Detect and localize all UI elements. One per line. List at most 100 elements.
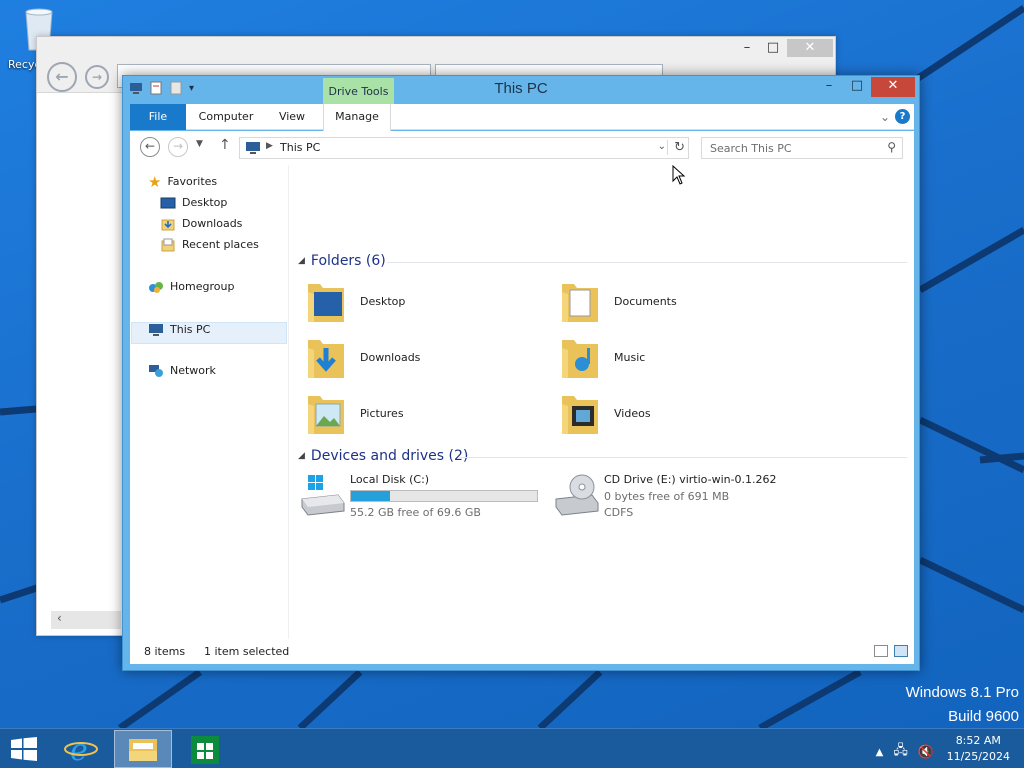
devices-group-header[interactable]: ◢ Devices and drives (2) [298, 447, 468, 465]
search-box[interactable]: ⚲ [701, 137, 903, 159]
taskbar-file-explorer[interactable] [114, 730, 172, 768]
pictures-folder-icon [308, 396, 344, 434]
drive-free-space: 0 bytes free of 691 MB [604, 490, 730, 503]
drive-name: CD Drive (E:) virtio-win-0.1.262 [604, 473, 777, 486]
file-explorer-window[interactable]: ▾ Drive Tools This PC – □ ✕ File Compute… [122, 75, 920, 671]
close-button[interactable]: ✕ [871, 77, 915, 97]
collapse-triangle-icon[interactable]: ◢ [298, 451, 305, 461]
nav-item-favorites-label: Favorites [167, 175, 218, 188]
nav-item-desktop[interactable]: Desktop [160, 193, 227, 213]
disk-usage-fill [351, 491, 390, 501]
folder-item-desktop[interactable]: Desktop [290, 278, 530, 330]
breadcrumb-separator-icon[interactable]: ▶ [266, 141, 273, 151]
browser-horizontal-scrollbar[interactable]: ‹ [51, 611, 121, 629]
internet-explorer-icon: e [64, 733, 98, 768]
drive-free-space: 55.2 GB free of 69.6 GB [350, 506, 481, 519]
folder-item-pictures[interactable]: Pictures [290, 390, 530, 442]
videos-folder-icon [562, 396, 598, 434]
explorer-body: ★ Favorites Desktop Downloads Recent pla… [130, 165, 914, 664]
folders-group-header[interactable]: ◢ Folders (6) [298, 252, 386, 270]
search-input[interactable] [710, 139, 880, 157]
taskbar: e ▲ 🖧 🔇 8:52 AM 11/25/2024 [0, 728, 1024, 768]
nav-item-homegroup-label: Homegroup [170, 280, 235, 293]
folder-item-music[interactable]: Music [544, 334, 784, 386]
ribbon-tabs: File Computer View Manage ⌄ ? [130, 104, 914, 131]
folders-group-heading: Folders (6) [310, 253, 386, 269]
folder-item-downloads[interactable]: Downloads [290, 334, 530, 386]
quick-access-toolbar: ▾ [129, 81, 194, 95]
os-edition-watermark: Windows 8.1 Pro [905, 684, 1019, 701]
nav-item-downloads[interactable]: Downloads [160, 214, 242, 234]
nav-item-recent-places[interactable]: Recent places [160, 235, 259, 255]
browser-forward-icon[interactable]: → [85, 65, 109, 89]
drive-name: Local Disk (C:) [350, 473, 430, 486]
browser-close-button[interactable]: ✕ [787, 39, 833, 57]
folder-item-videos[interactable]: Videos [544, 390, 784, 442]
store-icon [191, 736, 219, 764]
drive-tools-contextual-group: Drive Tools [323, 78, 394, 106]
properties-icon[interactable] [149, 81, 163, 95]
back-button[interactable]: ← [140, 137, 160, 157]
browser-back-icon[interactable]: ← [47, 62, 77, 92]
breadcrumb[interactable]: This PC [280, 141, 320, 154]
folder-name: Videos [614, 407, 651, 420]
folder-name: Music [614, 351, 646, 364]
nav-item-this-pc[interactable]: This PC [148, 320, 210, 340]
details-view-icon[interactable] [874, 645, 888, 657]
disk-usage-bar [350, 490, 538, 502]
status-bar: 8 items 1 item selected [130, 639, 914, 664]
nav-item-desktop-label: Desktop [182, 196, 228, 209]
forward-button[interactable]: → [168, 137, 188, 157]
content-pane: ◢ Folders (6) Desktop Documents Download… [290, 165, 914, 639]
group-divider [460, 457, 907, 458]
maximize-button[interactable]: □ [843, 77, 871, 97]
collapse-triangle-icon[interactable]: ◢ [298, 256, 305, 266]
taskbar-clock[interactable]: 8:52 AM 11/25/2024 [947, 733, 1010, 765]
documents-folder-icon [562, 284, 598, 322]
network-status-icon[interactable]: 🖧 [893, 741, 908, 763]
taskbar-internet-explorer[interactable]: e [52, 730, 110, 768]
customize-qat-icon[interactable]: ▾ [189, 83, 194, 94]
start-button-windows-icon[interactable] [10, 737, 38, 761]
volume-muted-icon[interactable]: 🔇 [918, 745, 934, 760]
status-item-count: 8 items [144, 645, 186, 658]
folder-name: Pictures [360, 407, 404, 420]
new-folder-icon[interactable] [169, 81, 183, 95]
nav-item-downloads-label: Downloads [182, 217, 243, 230]
star-icon: ★ [148, 173, 162, 191]
folder-name: Documents [614, 295, 677, 308]
nav-item-network-label: Network [170, 364, 216, 377]
window-title: This PC [494, 80, 548, 97]
help-icon[interactable]: ? [895, 109, 910, 124]
tab-computer[interactable]: Computer [192, 104, 260, 130]
address-bar[interactable]: ▶ This PC ⌄ ↻ [239, 137, 689, 159]
tab-file[interactable]: File [130, 104, 186, 130]
up-arrow-icon[interactable]: ↑ [219, 137, 231, 153]
browser-minimize-button[interactable]: – [733, 39, 761, 57]
taskbar-store[interactable] [176, 730, 234, 768]
window-caption-bar[interactable]: ▾ Drive Tools This PC – □ ✕ [123, 76, 919, 106]
network-icon [149, 365, 163, 377]
tab-view[interactable]: View [268, 104, 316, 130]
file-explorer-icon [129, 739, 157, 761]
refresh-icon[interactable]: ↻ [667, 140, 685, 155]
nav-item-network[interactable]: Network [148, 361, 216, 381]
downloads-folder-icon [161, 219, 175, 231]
browser-maximize-button[interactable]: □ [759, 39, 787, 57]
svg-text:e: e [70, 733, 88, 768]
tab-manage[interactable]: Manage [323, 104, 391, 131]
drive-item-cd-drive[interactable]: CD Drive (E:) virtio-win-0.1.262 0 bytes… [544, 473, 844, 525]
expand-ribbon-icon[interactable]: ⌄ [880, 110, 890, 124]
address-dropdown-chevron-down-icon[interactable]: ⌄ [658, 141, 666, 152]
show-hidden-icons-chevron-up-icon[interactable]: ▲ [876, 747, 884, 758]
large-icons-view-icon[interactable] [894, 645, 908, 657]
desktop-folder-icon [308, 284, 344, 322]
navigation-pane: ★ Favorites Desktop Downloads Recent pla… [130, 165, 289, 639]
drive-item-local-disk[interactable]: Local Disk (C:) 55.2 GB free of 69.6 GB [290, 473, 540, 525]
search-icon[interactable]: ⚲ [887, 140, 896, 154]
minimize-button[interactable]: – [815, 77, 843, 97]
recent-locations-chevron-down-icon[interactable]: ▼ [196, 139, 203, 149]
nav-item-homegroup[interactable]: Homegroup [148, 277, 234, 297]
nav-item-favorites[interactable]: ★ Favorites [148, 172, 217, 192]
folder-item-documents[interactable]: Documents [544, 278, 784, 330]
